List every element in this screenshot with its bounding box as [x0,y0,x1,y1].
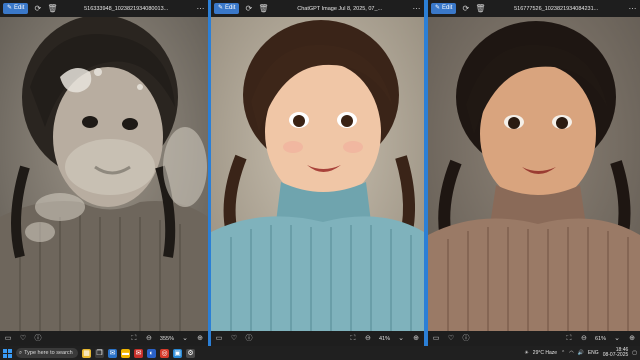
photo-child-brown-sweater [428,17,640,331]
weather-text[interactable]: 29°C Haze [533,350,557,356]
chevron-down-icon[interactable]: ⌄ [613,335,621,343]
zoom-level[interactable]: 355% [160,336,174,342]
window-title: ChatGPT Image Jul 8, 2025, 07_... [297,5,383,12]
edit-button[interactable]: ✎ Edit [214,3,240,14]
delete-icon[interactable]: 🗑 [47,4,57,13]
collection-icon[interactable]: ▭ [4,335,12,343]
photo-viewer-window-3: ✎ Edit ⟳ 🗑 516777526_1023821934084231...… [428,0,640,346]
edit-button[interactable]: ✎ Edit [3,3,29,14]
search-icon: ⌕ [19,349,23,356]
settings-icon[interactable]: ⚙ [186,348,195,358]
zoom-level[interactable]: 61% [595,336,606,342]
search-placeholder: Type here to search [24,350,73,356]
taskbar-search-box[interactable]: ⌕ Type here to search [16,348,78,358]
zoom-in-icon[interactable]: ⊕ [628,335,636,343]
more-icon[interactable]: ⋯ [412,4,421,13]
collection-icon[interactable]: ▭ [432,335,440,343]
zoom-level[interactable]: 41% [379,336,390,342]
zoom-in-icon[interactable]: ⊕ [412,335,420,343]
notification-icon[interactable]: ▢ [632,350,637,356]
chevron-down-icon[interactable]: ⌄ [181,335,189,343]
window-bottombar: ▭ ♡ ⓘ ⛶ ⊖ 61% ⌄ ⊕ [428,331,640,346]
language-indicator[interactable]: ENG [588,350,599,356]
widgets-icon[interactable]: ▦ [82,348,91,358]
photo-display [211,17,424,331]
chat-icon[interactable]: ✉ [108,348,117,358]
edit-icon: ✎ [435,5,441,11]
mail-icon[interactable]: ✉ [134,348,143,358]
zoom-in-icon[interactable]: ⊕ [196,335,204,343]
photos-icon[interactable]: ▣ [173,348,182,358]
more-icon[interactable]: ⋯ [196,4,205,13]
edit-icon: ✎ [7,5,13,11]
system-tray: ☀ 29°C Haze ⌃ ◠ 🔊 ENG 18:46 08-07-2025 ▢ [524,347,637,359]
photo-viewer-window-2: ✎ Edit ⟳ 🗑 ChatGPT Image Jul 8, 2025, 07… [211,0,424,346]
weather-icon[interactable]: ☀ [524,350,528,356]
window-titlebar: ✎ Edit ⟳ 🗑 516333948_1023821934080013...… [0,0,208,17]
heart-icon[interactable]: ♡ [447,335,455,343]
window-titlebar: ✎ Edit ⟳ 🗑 516777526_1023821934084231...… [428,0,640,17]
wifi-icon[interactable]: ◠ [569,350,573,356]
edit-icon: ✎ [218,5,224,11]
clock[interactable]: 18:46 08-07-2025 [602,347,629,359]
photo-viewer-window-1: ✎ Edit ⟳ 🗑 516333948_1023821934080013...… [0,0,208,346]
windows-start-button[interactable] [3,348,12,358]
file-explorer-icon[interactable]: ▬ [121,348,130,358]
edge-icon[interactable]: ◐ [147,348,156,358]
heart-icon[interactable]: ♡ [230,335,238,343]
rotate-icon[interactable]: ⟳ [33,4,42,13]
fit-icon[interactable]: ⛶ [349,335,357,343]
info-icon[interactable]: ⓘ [34,335,42,343]
edit-button-label: Edit [225,5,236,11]
info-icon[interactable]: ⓘ [245,335,253,343]
volume-icon[interactable]: 🔊 [578,350,584,356]
more-icon[interactable]: ⋯ [628,4,637,13]
task-view-icon[interactable]: ❐ [95,348,104,358]
heart-icon[interactable]: ♡ [19,335,27,343]
photo-display [428,17,640,331]
zoom-out-icon[interactable]: ⊖ [364,335,372,343]
chevron-down-icon[interactable]: ⌄ [397,335,405,343]
chevron-up-icon[interactable]: ⌃ [561,350,565,356]
window-bottombar: ▭ ♡ ⓘ ⛶ ⊖ 355% ⌄ ⊕ [0,331,208,346]
window-bottombar: ▭ ♡ ⓘ ⛶ ⊖ 41% ⌄ ⊕ [211,331,424,346]
info-icon[interactable]: ⓘ [462,335,470,343]
photo-child-teal-sweater [211,17,424,331]
zoom-out-icon[interactable]: ⊖ [145,335,153,343]
edit-button[interactable]: ✎ Edit [431,3,457,14]
photo-child-grayscale [0,17,208,331]
zoom-out-icon[interactable]: ⊖ [580,335,588,343]
rotate-icon[interactable]: ⟳ [461,4,470,13]
delete-icon[interactable]: 🗑 [475,4,485,13]
edit-button-label: Edit [442,5,453,11]
photo-display [0,17,208,331]
fit-icon[interactable]: ⛶ [130,335,138,343]
window-title: 516333948_1023821934080013... [84,5,169,12]
rotate-icon[interactable]: ⟳ [244,4,253,13]
window-title: 516777526_1023821934084231... [514,5,599,12]
chrome-icon[interactable]: ◎ [160,348,169,358]
edit-button-label: Edit [14,5,25,11]
delete-icon[interactable]: 🗑 [258,4,268,13]
taskbar: ⌕ Type here to search ▦ ❐ ✉ ▬ ✉ ◐ ◎ ▣ ⚙ … [0,346,640,360]
clock-date: 08-07-2025 [602,352,629,358]
window-titlebar: ✎ Edit ⟳ 🗑 ChatGPT Image Jul 8, 2025, 07… [211,0,424,17]
fit-icon[interactable]: ⛶ [565,335,573,343]
collection-icon[interactable]: ▭ [215,335,223,343]
